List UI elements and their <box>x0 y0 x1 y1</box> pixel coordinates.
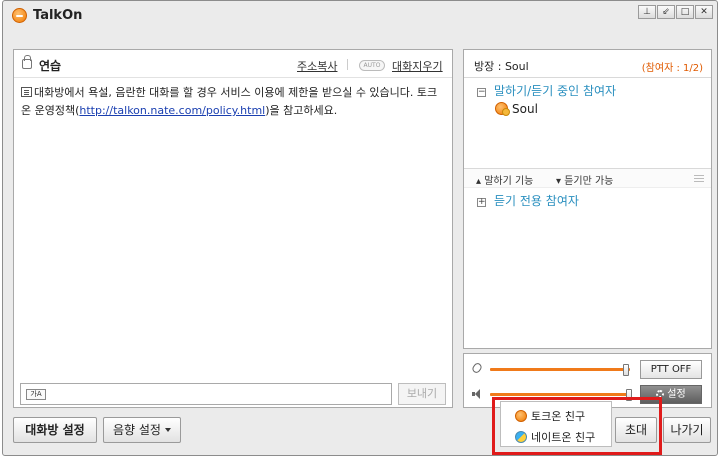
notice-icon <box>21 87 32 97</box>
mic-slider-thumb[interactable] <box>623 364 629 376</box>
listen-only-label: 듣기만 가능 <box>564 176 614 187</box>
clear-chat-link[interactable]: 대화지우기 <box>392 58 443 74</box>
notice-text-end: )을 참고하세요. <box>265 104 338 117</box>
participants-header: 방장 : Soul (참여자 : 1/2) <box>464 50 711 78</box>
auto-toggle[interactable]: AUTO <box>359 60 385 71</box>
participants-panel: 방장 : Soul (참여자 : 1/2) − 말하기/듣기 중인 참여자 Sou… <box>463 49 712 349</box>
annotation-highlight-box <box>492 397 662 455</box>
restore-button[interactable]: ⇙ <box>657 5 675 19</box>
host-label: 방장 : Soul <box>474 60 529 73</box>
sound-settings-button[interactable]: 음향 설정 <box>103 417 181 443</box>
drag-handle-icon[interactable] <box>694 175 704 176</box>
collapse-button[interactable]: ⊥ <box>638 5 656 19</box>
collapse-toggle-icon[interactable]: − <box>477 88 486 97</box>
expand-toggle-icon[interactable]: + <box>477 198 486 207</box>
chevron-down-icon <box>164 428 171 432</box>
app-title: TalkOn <box>33 8 83 23</box>
speaking-group[interactable]: − 말하기/듣기 중인 참여자 <box>477 82 616 99</box>
title-bar[interactable]: TalkOn ⊥ ⇙ □ ✕ <box>3 1 717 31</box>
microphone-icon <box>470 361 484 375</box>
listen-only-button[interactable]: ▾ 듣기만 가능 <box>556 172 613 187</box>
chat-header: 연습 주소복사 AUTO 대화지우기 <box>14 50 452 78</box>
participant-item[interactable]: Soul <box>495 102 538 116</box>
listen-group-label: 듣기 전용 참여자 <box>494 194 579 208</box>
participant-count: (참여자 : 1/2) <box>641 63 703 74</box>
chat-input[interactable]: 가A <box>20 383 392 405</box>
chat-panel: 연습 주소복사 AUTO 대화지우기 대화방에서 욕설, 음란한 대화를 할 경… <box>13 49 453 408</box>
ime-indicator-icon[interactable]: 가A <box>26 389 46 400</box>
speaker-volume-slider[interactable] <box>490 393 630 396</box>
listen-group[interactable]: + 듣기 전용 참여자 <box>477 192 579 209</box>
exit-button[interactable]: 나가기 <box>663 417 711 443</box>
speak-enable-button[interactable]: ▴ 말하기 기능 <box>476 172 533 187</box>
user-icon <box>495 102 510 116</box>
talkon-logo-icon <box>12 8 27 23</box>
mode-bar: ▴ 말하기 기능 ▾ 듣기만 가능 <box>464 168 711 188</box>
talkon-window: TalkOn ⊥ ⇙ □ ✕ 연습 주소복사 AUTO 대화지우기 대화방에서 … <box>2 0 718 456</box>
close-button[interactable]: ✕ <box>695 5 713 19</box>
speaking-group-label: 말하기/듣기 중인 참여자 <box>494 84 617 98</box>
divider <box>347 59 348 70</box>
send-button[interactable]: 보내기 <box>398 383 446 405</box>
lock-icon <box>22 55 32 69</box>
window-controls: ⊥ ⇙ □ ✕ <box>638 5 713 19</box>
participant-name: Soul <box>512 102 538 116</box>
maximize-button[interactable]: □ <box>676 5 694 19</box>
sound-settings-label: 음향 설정 <box>113 423 161 437</box>
policy-notice: 대화방에서 욕설, 음란한 대화를 할 경우 서비스 이용에 제한을 받으실 수… <box>21 84 446 120</box>
policy-link[interactable]: http://talkon.nate.com/policy.html <box>79 104 265 117</box>
settings-label: 설정 <box>667 389 686 400</box>
copy-address-link[interactable]: 주소복사 <box>297 58 337 74</box>
ptt-toggle-button[interactable]: PTT OFF <box>640 360 702 379</box>
room-settings-button[interactable]: 대화방 설정 <box>13 417 97 443</box>
speak-enable-label: 말하기 기능 <box>484 176 534 187</box>
mic-volume-slider[interactable] <box>490 368 630 371</box>
speaker-icon <box>472 389 482 399</box>
input-row: 가A 보내기 <box>20 383 446 405</box>
room-name: 연습 <box>39 59 62 73</box>
